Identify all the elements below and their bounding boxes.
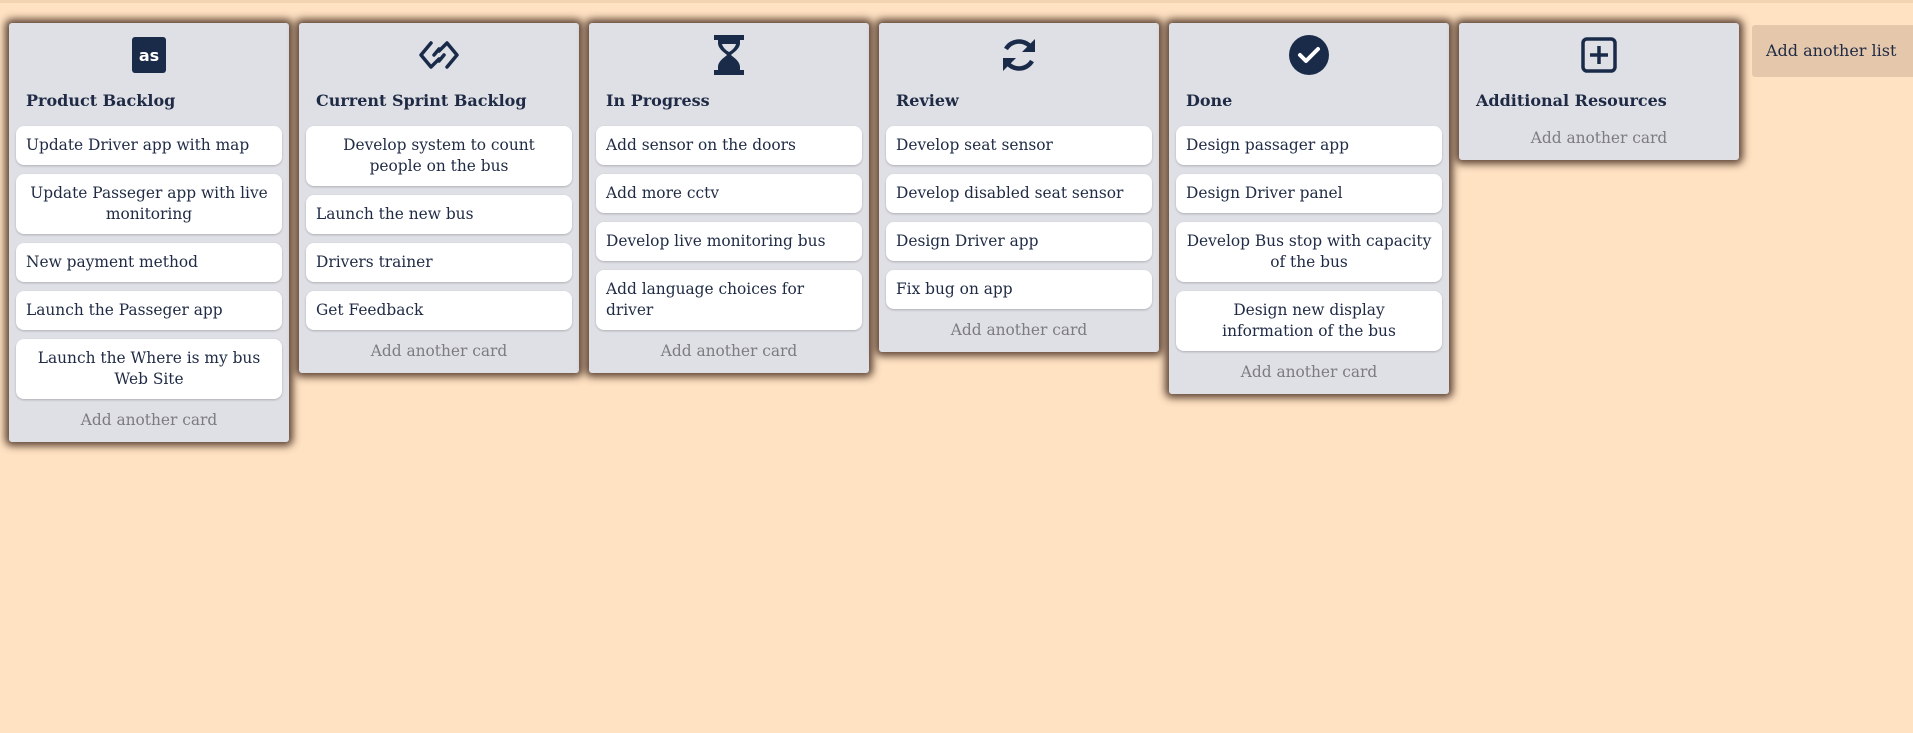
card[interactable]: Develop live monitoring bus	[596, 222, 862, 261]
list-title[interactable]: Current Sprint Backlog	[316, 90, 579, 112]
card[interactable]: Drivers trainer	[306, 243, 572, 282]
card[interactable]: Design passager app	[1176, 126, 1442, 165]
add-card-button[interactable]: Add another card	[1169, 360, 1449, 384]
card[interactable]: New payment method	[16, 243, 282, 282]
refresh-icon	[879, 33, 1159, 77]
card[interactable]: Design Driver panel	[1176, 174, 1442, 213]
list-in-progress: In Progress Add sensor on the doors Add …	[589, 23, 869, 373]
list-current-sprint-backlog: Current Sprint Backlog Develop system to…	[299, 23, 579, 373]
card-list: Update Driver app with map Update Passeg…	[16, 126, 282, 399]
card-list: Develop system to count people on the bu…	[306, 126, 572, 330]
list-review: Review Develop seat sensor Develop disab…	[879, 23, 1159, 352]
list-title[interactable]: Done	[1186, 90, 1449, 112]
list-title[interactable]: Product Backlog	[26, 90, 289, 112]
card[interactable]: Launch the new bus	[306, 195, 572, 234]
card-list: Add sensor on the doors Add more cctv De…	[596, 126, 862, 330]
list-title[interactable]: Review	[896, 90, 1159, 112]
card[interactable]: Add language choices for driver	[596, 270, 862, 330]
hourglass-icon	[589, 33, 869, 77]
list-additional-resources: Additional Resources Add another card	[1459, 23, 1739, 160]
card[interactable]: Develop seat sensor	[886, 126, 1152, 165]
add-card-button[interactable]: Add another card	[9, 408, 289, 432]
list-done: Done Design passager app Design Driver p…	[1169, 23, 1449, 394]
card[interactable]: Design new display information of the bu…	[1176, 291, 1442, 351]
card-list: Develop seat sensor Develop disabled sea…	[886, 126, 1152, 309]
card[interactable]: Update Passeger app with live monitoring	[16, 174, 282, 234]
add-card-button[interactable]: Add another card	[589, 339, 869, 363]
list-title[interactable]: In Progress	[606, 90, 869, 112]
card[interactable]: Get Feedback	[306, 291, 572, 330]
card[interactable]: Launch the Where is my bus Web Site	[16, 339, 282, 399]
board: as Product Backlog Update Driver app wit…	[0, 0, 1913, 733]
add-list-button[interactable]: Add another list	[1752, 25, 1913, 77]
plus-square-icon	[1459, 33, 1739, 77]
diamond-link-icon	[299, 33, 579, 77]
card[interactable]: Develop system to count people on the bu…	[306, 126, 572, 186]
lastfm-icon: as	[9, 33, 289, 77]
card[interactable]: Add more cctv	[596, 174, 862, 213]
check-circle-icon	[1169, 33, 1449, 77]
list-title[interactable]: Additional Resources	[1476, 90, 1739, 112]
add-card-button[interactable]: Add another card	[879, 318, 1159, 342]
card[interactable]: Update Driver app with map	[16, 126, 282, 165]
card[interactable]: Develop disabled seat sensor	[886, 174, 1152, 213]
card-list: Design passager app Design Driver panel …	[1176, 126, 1442, 351]
add-card-button[interactable]: Add another card	[1459, 126, 1739, 150]
card[interactable]: Launch the Passeger app	[16, 291, 282, 330]
card[interactable]: Fix bug on app	[886, 270, 1152, 309]
card[interactable]: Develop Bus stop with capacity of the bu…	[1176, 222, 1442, 282]
add-card-button[interactable]: Add another card	[299, 339, 579, 363]
list-product-backlog: as Product Backlog Update Driver app wit…	[9, 23, 289, 442]
svg-text:as: as	[139, 46, 159, 65]
card[interactable]: Add sensor on the doors	[596, 126, 862, 165]
card[interactable]: Design Driver app	[886, 222, 1152, 261]
